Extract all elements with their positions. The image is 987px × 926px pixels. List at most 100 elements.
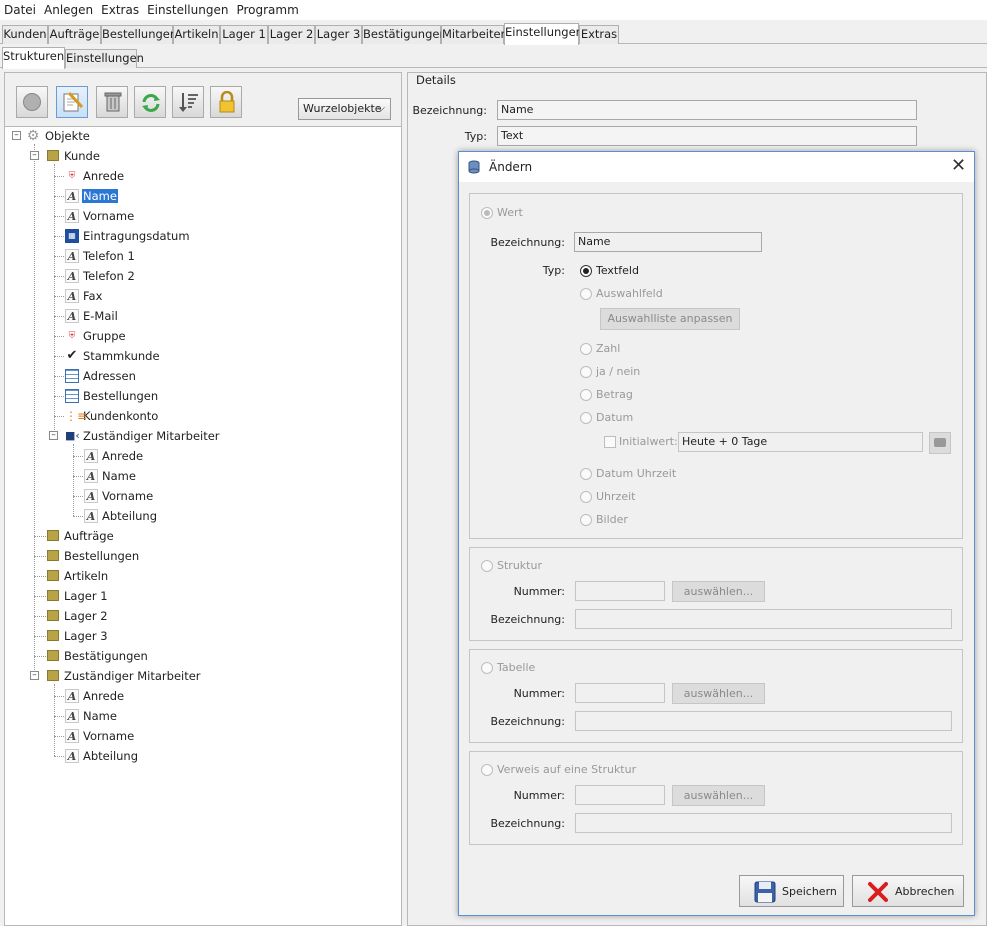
- edit-button[interactable]: [56, 86, 88, 118]
- tree-node-zustaendiger-mitarbeiter[interactable]: ■‹ Zuständiger Mitarbeiter: [65, 427, 221, 445]
- tree-node-vorname[interactable]: A Vorname: [65, 727, 135, 745]
- wert-radio[interactable]: [481, 207, 493, 219]
- typ-bilder-radio[interactable]: [580, 514, 592, 526]
- tree-node-telefon-2[interactable]: A Telefon 2: [65, 267, 136, 285]
- typ-datum-radio[interactable]: [580, 412, 592, 424]
- tree-node-vorname[interactable]: A Vorname: [84, 487, 154, 505]
- tree-node-vorname[interactable]: A Vorname: [65, 207, 135, 225]
- struktur-select-button[interactable]: auswählen...: [672, 581, 765, 602]
- typ-betrag-radio[interactable]: [580, 389, 592, 401]
- tabelle-radio[interactable]: [481, 662, 493, 674]
- tab-kunden[interactable]: Kunden: [2, 25, 48, 44]
- tab-lager-2[interactable]: Lager 2: [268, 25, 315, 44]
- sort-button[interactable]: [172, 86, 204, 118]
- tree-collapse-toggle[interactable]: –: [12, 131, 21, 140]
- tree-node-stammkunde[interactable]: ✔ Stammkunde: [65, 347, 161, 365]
- tree-node-label: Objekte: [45, 129, 90, 143]
- tab-bestellungen[interactable]: Bestellungen: [101, 25, 177, 44]
- tree-node-abteilung[interactable]: A Abteilung: [65, 747, 139, 765]
- tree-node-label: Bestellungen: [64, 549, 140, 563]
- tree-node-bestellungen[interactable]: Bestellungen: [65, 387, 159, 405]
- tree-node-telefon-1[interactable]: A Telefon 1: [65, 247, 136, 265]
- tree-node-name[interactable]: A Name: [65, 187, 118, 205]
- typ-uhrzeit-radio[interactable]: [580, 491, 592, 503]
- tabelle-nummer-field[interactable]: [575, 683, 665, 703]
- text-field-icon: A: [65, 749, 79, 763]
- add-button[interactable]: [16, 86, 48, 118]
- tree-collapse-toggle[interactable]: –: [30, 151, 39, 160]
- lock-button[interactable]: [210, 86, 242, 118]
- typ-datum-uhrzeit-radio[interactable]: [580, 468, 592, 480]
- tree-node-anrede[interactable]: ⛨ Anrede: [65, 167, 125, 185]
- struktur-nummer-field[interactable]: [575, 581, 665, 601]
- struktur-bezeichnung-field[interactable]: [575, 609, 952, 629]
- verweis-bezeichnung-field[interactable]: [575, 813, 952, 833]
- tabelle-select-button[interactable]: auswählen...: [672, 683, 765, 704]
- close-icon[interactable]: ✕: [951, 155, 966, 177]
- tree-node-anrede[interactable]: A Anrede: [84, 447, 144, 465]
- tree-node-fax[interactable]: A Fax: [65, 287, 103, 305]
- typ-auswahlfeld-radio[interactable]: [580, 288, 592, 300]
- struktur-radio[interactable]: [481, 560, 493, 572]
- tab-lager-3[interactable]: Lager 3: [315, 25, 362, 44]
- refresh-button[interactable]: [134, 86, 166, 118]
- tab-einstellungen[interactable]: Einstellungen: [504, 23, 583, 45]
- menu-einstellungen[interactable]: Einstellungen: [143, 0, 232, 18]
- tree-node-kundenkonto[interactable]: ⋮≡ Kundenkonto: [65, 407, 159, 425]
- tree-collapse-toggle[interactable]: –: [49, 431, 58, 440]
- verweis-select-button[interactable]: auswählen...: [672, 785, 765, 806]
- tree-node-objekte[interactable]: ⚙ Objekte: [26, 127, 91, 145]
- tree-node-eintragungsdatum[interactable]: ▦ Eintragungsdatum: [65, 227, 191, 245]
- tree-node-label: Lager 1: [64, 589, 108, 603]
- tree-node-email[interactable]: A E-Mail: [65, 307, 119, 325]
- tree-node-auftraege[interactable]: Aufträge: [47, 527, 115, 545]
- tab-artikeln[interactable]: Artikeln: [173, 25, 220, 44]
- tab-bestaetigungen[interactable]: Bestätigungen: [362, 25, 447, 44]
- initialwert-checkbox[interactable]: [604, 436, 616, 448]
- tree-node-anrede[interactable]: A Anrede: [65, 687, 125, 705]
- tab-strukturen[interactable]: Strukturen: [2, 47, 65, 69]
- tab-auftraege[interactable]: Aufträge: [48, 25, 101, 44]
- menu-anlegen[interactable]: Anlegen: [40, 0, 97, 18]
- delete-button[interactable]: [96, 86, 128, 118]
- save-button[interactable]: Speichern: [739, 875, 844, 907]
- tree-node-lager-1[interactable]: Lager 1: [47, 587, 109, 605]
- menu-extras[interactable]: Extras: [97, 0, 143, 18]
- auswahlliste-anpassen-button[interactable]: Auswahlliste anpassen: [600, 308, 740, 330]
- typ-textfeld-radio[interactable]: [580, 265, 592, 277]
- cancel-button[interactable]: Abbrechen: [852, 875, 964, 907]
- tab-lager-1[interactable]: Lager 1: [220, 25, 268, 44]
- typ-ja-nein-radio[interactable]: [580, 366, 592, 378]
- tree-node-kunde[interactable]: Kunde: [47, 147, 101, 165]
- verweis-radio[interactable]: [481, 764, 493, 776]
- tree-node-lager-3[interactable]: Lager 3: [47, 627, 109, 645]
- initialwert-picker-button[interactable]: [929, 432, 951, 454]
- menu-programm[interactable]: Programm: [232, 0, 302, 18]
- tab-einstellungen-sub[interactable]: Einstellungen: [65, 49, 144, 68]
- tree-collapse-toggle[interactable]: –: [30, 671, 39, 680]
- tab-mitarbeiter[interactable]: Mitarbeiter: [441, 25, 505, 44]
- tab-extras[interactable]: Extras: [579, 25, 619, 44]
- tree-node-name[interactable]: A Name: [65, 707, 118, 725]
- gear-icon: ⚙: [26, 128, 40, 144]
- tree-node-bestellungen[interactable]: Bestellungen: [47, 547, 140, 565]
- tree-node-zustaendiger-mitarbeiter[interactable]: Zuständiger Mitarbeiter: [47, 667, 202, 685]
- tree-node-name[interactable]: A Name: [84, 467, 137, 485]
- tree-node-lager-2[interactable]: Lager 2: [47, 607, 109, 625]
- tree-node-adressen[interactable]: Adressen: [65, 367, 137, 385]
- root-objects-dropdown[interactable]: Wurzelobjekte ⌵: [298, 98, 391, 120]
- tree-node-gruppe[interactable]: ⛨ Gruppe: [65, 327, 127, 345]
- tree-node-bestaetigungen[interactable]: Bestätigungen: [47, 647, 149, 665]
- wert-bezeichnung-field[interactable]: Name: [574, 232, 762, 252]
- menu-datei[interactable]: Datei: [0, 0, 40, 18]
- details-bezeichnung-field[interactable]: Name: [497, 100, 917, 120]
- sort-icon: [179, 93, 198, 112]
- folder-icon: [47, 150, 59, 161]
- typ-zahl-radio[interactable]: [580, 343, 592, 355]
- tabelle-bezeichnung-field[interactable]: [575, 711, 952, 731]
- initialwert-field[interactable]: Heute + 0 Tage: [678, 432, 923, 452]
- tree-node-artikeln[interactable]: Artikeln: [47, 567, 109, 585]
- verweis-nummer-field[interactable]: [575, 785, 665, 805]
- tree-node-abteilung[interactable]: A Abteilung: [84, 507, 158, 525]
- details-typ-field[interactable]: Text: [497, 126, 917, 146]
